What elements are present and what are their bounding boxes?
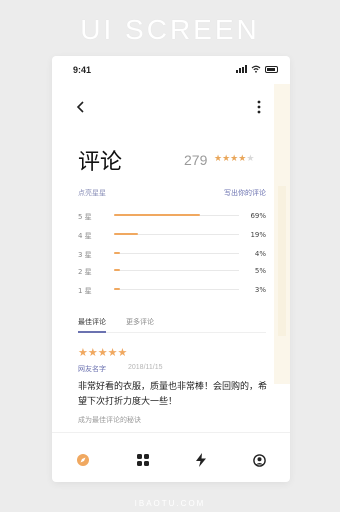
- rating-bar-fill: [114, 288, 121, 290]
- compass-icon[interactable]: [76, 453, 90, 467]
- rating-row-2: 2 星 5%: [78, 267, 266, 277]
- rating-row-label: 5 星: [78, 213, 92, 221]
- battery-icon: [265, 65, 278, 73]
- rating-bar-track: [114, 288, 239, 290]
- best-review-tip-link[interactable]: 成为最佳评论的秘诀: [78, 415, 141, 425]
- rating-row-percent: 19%: [250, 231, 266, 239]
- rating-row-label: 3 星: [78, 251, 92, 259]
- status-bar: 9:41: [52, 56, 290, 82]
- tab-divider: [78, 332, 266, 333]
- rating-bar-fill: [114, 233, 138, 235]
- star-empty-icon: ★: [246, 154, 255, 164]
- rating-row-label: 1 星: [78, 287, 92, 295]
- rating-row-5: 5 星 69%: [78, 212, 266, 222]
- rating-bar-track: [114, 214, 239, 216]
- wifi-icon: [251, 65, 261, 73]
- decorative-stripe-inner: [278, 186, 286, 336]
- rating-bar-fill: [114, 269, 121, 271]
- star-icon: ★: [107, 346, 118, 359]
- status-icons: [236, 65, 278, 73]
- chevron-left-icon[interactable]: [76, 101, 86, 113]
- review-date: 2018/11/15: [128, 364, 163, 371]
- tabbar-divider: [52, 432, 290, 433]
- write-review-link[interactable]: 写出你的评论: [0, 188, 266, 198]
- more-vertical-icon[interactable]: [256, 100, 262, 114]
- star-icon: ★: [222, 154, 231, 164]
- rating-score: 279: [184, 152, 208, 168]
- star-icon: ★: [117, 346, 128, 359]
- rating-row-1: 1 星 3%: [78, 286, 266, 296]
- grid-icon[interactable]: [137, 454, 149, 466]
- rating-row-3: 3 星 4%: [78, 250, 266, 260]
- rating-bar-track: [114, 233, 239, 235]
- profile-icon[interactable]: [253, 454, 266, 467]
- banner-title: UI SCREEN: [80, 14, 260, 45]
- watermark: IBAOTU.COM: [134, 499, 206, 508]
- star-icon: ★: [78, 346, 88, 359]
- star-icon: ★: [97, 346, 108, 359]
- star-icon: ★: [214, 154, 223, 164]
- tab-more-reviews[interactable]: 更多评论: [126, 317, 154, 327]
- rating-bar-fill: [114, 252, 121, 254]
- rating-row-percent: 5%: [254, 267, 266, 275]
- tab-best-reviews[interactable]: 最佳评论: [78, 317, 106, 327]
- rating-row-label: 4 星: [78, 232, 92, 240]
- rating-bar-track: [114, 269, 239, 271]
- rating-row-percent: 4%: [254, 250, 266, 258]
- status-time: 9:41: [73, 65, 92, 75]
- review-text: 非常好看的衣服，质量也非常棒！会回购的，希望下次打折力度大一些！: [78, 382, 268, 407]
- rating-stars: ★★★★★: [214, 154, 254, 164]
- active-tab-indicator: [78, 331, 106, 333]
- rating-row-label: 2 星: [78, 268, 92, 276]
- lightning-icon[interactable]: [195, 453, 207, 467]
- rating-bar-fill: [114, 214, 201, 216]
- rating-row-percent: 3%: [254, 286, 266, 294]
- rating-bar-track: [114, 252, 239, 254]
- rating-row-4: 4 星 19%: [78, 231, 266, 241]
- star-icon: ★: [87, 346, 98, 359]
- review-stars: ★★★★★: [78, 346, 127, 359]
- rating-row-percent: 69%: [250, 212, 266, 220]
- signal-icon: [236, 65, 247, 73]
- page-title: 评论: [78, 150, 123, 175]
- review-author[interactable]: 网友名字: [78, 364, 106, 374]
